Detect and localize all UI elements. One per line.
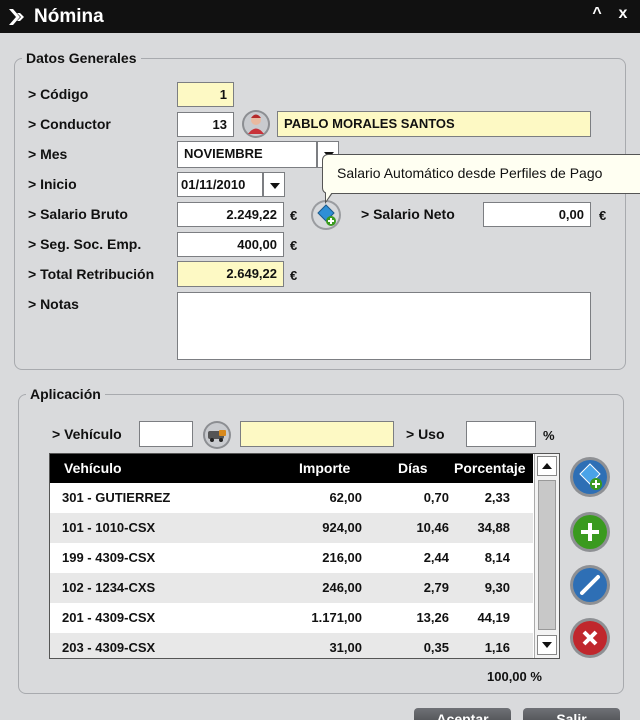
uso-label: > Uso xyxy=(406,426,445,442)
total-percent: 100,00 % xyxy=(487,669,542,684)
driver-lookup-icon[interactable] xyxy=(241,109,271,139)
auto-salary-tooltip: Salario Automático desde Perfiles de Pag… xyxy=(322,154,640,194)
title-bar: Nómina ^ x xyxy=(0,0,640,33)
add-row-button[interactable] xyxy=(569,511,611,553)
inicio-label: > Inicio xyxy=(28,176,77,192)
total-retribucion-field: 2.649,22 xyxy=(177,261,284,287)
cell-porcentaje: 2,33 xyxy=(484,490,510,505)
currency-symbol: € xyxy=(290,268,298,283)
cell-porcentaje: 8,14 xyxy=(484,550,510,565)
column-header-vehiculo[interactable]: Vehículo xyxy=(64,460,122,476)
cell-importe: 1.171,00 xyxy=(311,610,362,625)
cell-importe: 62,00 xyxy=(329,490,362,505)
inicio-date-field[interactable]: 01/11/2010 xyxy=(177,172,263,197)
scroll-down-button[interactable] xyxy=(537,635,557,655)
cell-dias: 0,70 xyxy=(423,490,449,505)
vehicle-allocation-table: Vehículo Importe Días Porcentaje 301 - G… xyxy=(49,453,560,659)
close-window-button[interactable]: x xyxy=(614,5,632,23)
scroll-thumb[interactable] xyxy=(538,480,556,630)
aplicacion-legend: Aplicación xyxy=(26,386,105,402)
percent-symbol: % xyxy=(543,428,555,443)
edit-row-button[interactable] xyxy=(569,564,611,606)
mes-select[interactable]: NOVIEMBRE xyxy=(177,141,317,168)
app-logo-icon xyxy=(9,9,24,25)
table-row[interactable]: 101 - 1010-CSX 924,00 10,46 34,88 xyxy=(50,513,533,543)
cell-vehiculo: 102 - 1234-CXS xyxy=(62,580,156,595)
conductor-label: > Conductor xyxy=(28,116,111,132)
vehicle-lookup-icon[interactable] xyxy=(202,420,232,450)
conductor-id-field[interactable]: 13 xyxy=(177,112,234,137)
notas-textarea[interactable] xyxy=(177,292,591,360)
cell-porcentaje: 44,19 xyxy=(477,610,510,625)
datos-generales-legend: Datos Generales xyxy=(22,50,141,66)
column-header-importe[interactable]: Importe xyxy=(299,460,350,476)
salario-neto-field[interactable]: 0,00 xyxy=(483,202,591,227)
mes-label: > Mes xyxy=(28,146,68,162)
column-header-porcentaje[interactable]: Porcentaje xyxy=(454,460,526,476)
codigo-label: > Código xyxy=(28,86,89,102)
table-row[interactable]: 301 - GUTIERREZ 62,00 0,70 2,33 xyxy=(50,483,533,513)
cell-porcentaje: 1,16 xyxy=(484,640,510,655)
table-row[interactable]: 201 - 4309-CSX 1.171,00 13,26 44,19 xyxy=(50,603,533,633)
exit-button[interactable]: Salir xyxy=(523,708,620,720)
currency-symbol: € xyxy=(599,208,607,223)
scroll-up-button[interactable] xyxy=(537,456,557,476)
cell-vehiculo: 199 - 4309-CSX xyxy=(62,550,156,565)
cell-dias: 2,79 xyxy=(423,580,449,595)
vehiculo-field[interactable] xyxy=(139,421,193,447)
delete-row-button[interactable] xyxy=(569,617,611,659)
table-scrollbar[interactable] xyxy=(534,454,559,658)
uso-field[interactable] xyxy=(466,421,536,447)
table-row[interactable]: 203 - 4309-CSX 31,00 0,35 1,16 xyxy=(50,633,533,658)
cell-importe: 216,00 xyxy=(322,550,362,565)
column-header-dias[interactable]: Días xyxy=(398,460,428,476)
accept-button[interactable]: Aceptar xyxy=(414,708,511,720)
total-retribucion-label: > Total Retribución xyxy=(28,266,155,282)
chevron-up-icon xyxy=(542,463,552,469)
cell-dias: 2,44 xyxy=(423,550,449,565)
conductor-name-field: PABLO MORALES SANTOS xyxy=(277,111,591,137)
cell-vehiculo: 201 - 4309-CSX xyxy=(62,610,156,625)
auto-distribute-button[interactable] xyxy=(569,456,611,498)
currency-symbol: € xyxy=(290,238,298,253)
cell-dias: 0,35 xyxy=(423,640,449,655)
cell-importe: 31,00 xyxy=(329,640,362,655)
cell-importe: 246,00 xyxy=(322,580,362,595)
salario-bruto-field[interactable]: 2.249,22 xyxy=(177,202,284,227)
salario-bruto-label: > Salario Bruto xyxy=(28,206,128,222)
seg-soc-field[interactable]: 400,00 xyxy=(177,232,284,257)
vehiculo-label: > Vehículo xyxy=(52,426,122,442)
notas-label: > Notas xyxy=(28,296,79,312)
cell-dias: 10,46 xyxy=(416,520,449,535)
cell-porcentaje: 9,30 xyxy=(484,580,510,595)
seg-soc-label: > Seg. Soc. Emp. xyxy=(28,236,142,252)
currency-symbol: € xyxy=(290,208,298,223)
cell-vehiculo: 101 - 1010-CSX xyxy=(62,520,156,535)
vehiculo-name-field xyxy=(240,421,394,447)
tooltip-tail-fill xyxy=(326,189,334,201)
table-row[interactable]: 199 - 4309-CSX 216,00 2,44 8,14 xyxy=(50,543,533,573)
cell-importe: 924,00 xyxy=(322,520,362,535)
cell-dias: 13,26 xyxy=(416,610,449,625)
chevron-down-icon xyxy=(542,642,552,648)
cell-vehiculo: 301 - GUTIERREZ xyxy=(62,490,171,505)
cell-vehiculo: 203 - 4309-CSX xyxy=(62,640,156,655)
codigo-field[interactable]: 1 xyxy=(177,82,234,107)
table-row[interactable]: 102 - 1234-CXS 246,00 2,79 9,30 xyxy=(50,573,533,603)
inicio-calendar-button[interactable] xyxy=(263,172,285,197)
window-title: Nómina xyxy=(34,6,104,27)
minimize-button[interactable]: ^ xyxy=(588,5,606,23)
table-header: Vehículo Importe Días Porcentaje xyxy=(50,454,533,483)
salario-neto-label: > Salario Neto xyxy=(361,206,455,222)
cell-porcentaje: 34,88 xyxy=(477,520,510,535)
